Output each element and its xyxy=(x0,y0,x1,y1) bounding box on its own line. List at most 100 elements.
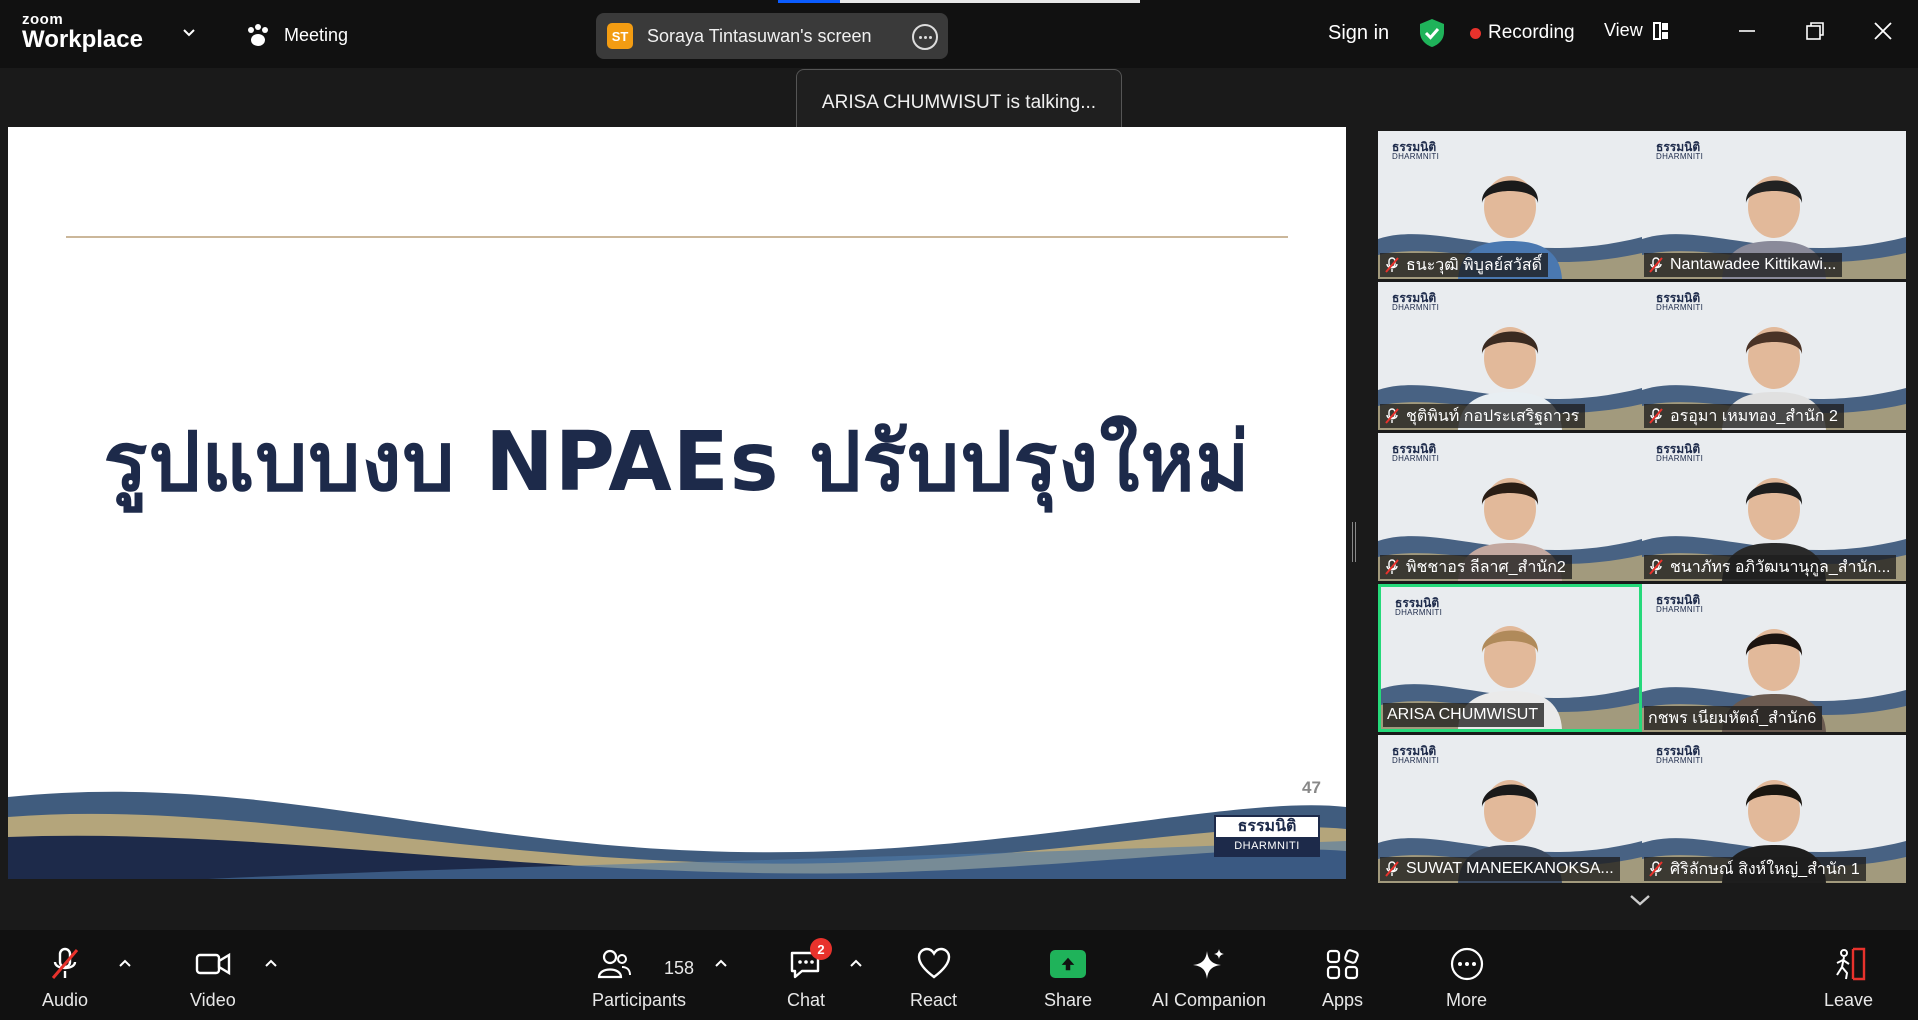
sign-in-link[interactable]: Sign in xyxy=(1328,22,1389,45)
participant-tile[interactable]: ธรรมนิติ DHARMNITI พิชชาอร ลีลาศ_สำนัก2 xyxy=(1378,433,1642,581)
recording-indicator[interactable]: Recording xyxy=(1470,22,1575,44)
participant-nameplate: ชนาภัทร อภิวัฒนานุกูล_สำนัก... xyxy=(1644,555,1897,579)
tile-brand-logo: ธรรมนิติ DHARMNITI xyxy=(1656,594,1703,614)
tile-brand-logo: ธรรมนิติ DHARMNITI xyxy=(1656,292,1703,312)
leave-door-icon xyxy=(1835,947,1865,981)
participants-icon xyxy=(597,949,632,979)
chevron-down-icon[interactable] xyxy=(182,26,196,40)
video-options-caret-icon[interactable] xyxy=(264,958,278,968)
slide-page-number: 47 xyxy=(1302,778,1321,797)
tile-brand-logo: ธรรมนิติ DHARMNITI xyxy=(1656,443,1703,463)
participant-tile[interactable]: ธรรมนิติ DHARMNITI ARISA CHUMWISUT xyxy=(1378,584,1642,732)
microphone-muted-icon xyxy=(1649,559,1663,575)
panel-resize-handle[interactable] xyxy=(1352,522,1356,562)
apps-label: Apps xyxy=(1322,990,1364,1010)
shared-slide[interactable]: รูปแบบงบ NPAEs ปรับปรุงใหม่ 47 ธรรมนิติ … xyxy=(8,127,1346,879)
participant-nameplate: อรอุมา เหมทอง_สำนัก 2 xyxy=(1644,404,1844,428)
participant-name: ชนาภัทร อภิวัฒนานุกูล_สำนัก... xyxy=(1670,558,1891,576)
participant-tile[interactable]: ธรรมนิติ DHARMNITI Nantawadee Kittikawi... xyxy=(1642,131,1906,279)
participant-nameplate: ชุติพินท์ กอประเสริฐถาวร xyxy=(1380,404,1586,428)
react-button[interactable]: React xyxy=(910,930,957,1020)
zoom-workplace-logo: zoom Workplace xyxy=(22,12,143,52)
microphone-muted-icon xyxy=(1649,408,1663,424)
participant-nameplate: พิชชาอร ลีลาศ_สำนัก2 xyxy=(1380,555,1572,579)
tile-brand-en: DHARMNITI xyxy=(1656,303,1704,312)
participant-tile[interactable]: ธรรมนิติ DHARMNITI ชนาภัทร อภิวัฒนานุกูล_ส… xyxy=(1642,433,1906,581)
view-button[interactable]: View xyxy=(1604,20,1669,41)
brand-workplace-text: Workplace xyxy=(22,26,143,53)
encryption-shield-icon[interactable] xyxy=(1418,18,1446,48)
tile-brand-en: DHARMNITI xyxy=(1392,303,1440,312)
participants-count: 158 xyxy=(664,958,695,978)
ai-companion-label: AI Companion xyxy=(1152,990,1267,1010)
share-progress-bar xyxy=(778,0,1140,3)
video-label: Video xyxy=(190,990,236,1010)
tile-brand-en: DHARMNITI xyxy=(1656,605,1704,614)
ai-companion-button[interactable]: AI Companion xyxy=(1152,930,1266,1020)
meeting-label: Meeting xyxy=(284,24,349,45)
participant-tile[interactable]: ธรรมนิติ DHARMNITI กชพร เนียมหัตถ์_สำนัก6 xyxy=(1642,584,1906,732)
grid-view-icon xyxy=(1652,21,1668,40)
more-button[interactable]: More xyxy=(1446,930,1487,1020)
chat-options-caret-icon[interactable] xyxy=(849,958,863,968)
video-button[interactable]: Video xyxy=(190,930,236,1020)
participants-options-caret-icon[interactable] xyxy=(714,958,728,968)
microphone-muted-icon xyxy=(1649,861,1663,877)
gallery-scroll-down-icon[interactable] xyxy=(1628,892,1652,908)
participant-tile[interactable]: ธรรมนิติ DHARMNITI อรอุมา เหมทอง_สำนัก 2 xyxy=(1642,282,1906,430)
close-window-icon[interactable] xyxy=(1870,18,1896,44)
participant-name: ARISA CHUMWISUT xyxy=(1387,706,1539,723)
tile-brand-en: DHARMNITI xyxy=(1656,756,1704,765)
participant-tile[interactable]: ธรรมนิติ DHARMNITI SUWAT MANEEKANOKSA... xyxy=(1378,735,1642,883)
participant-name: กชพร เนียมหัตถ์_สำนัก6 xyxy=(1648,709,1817,727)
restore-window-icon[interactable] xyxy=(1802,18,1828,44)
tile-brand-logo: ธรรมนิติ DHARMNITI xyxy=(1656,141,1703,161)
view-label: View xyxy=(1604,20,1643,40)
share-label: Share xyxy=(1044,990,1093,1010)
microphone-muted-icon xyxy=(51,947,79,979)
participant-name: ศิริลักษณ์ สิงห์ใหญ่_สำนัก 1 xyxy=(1670,860,1860,878)
tile-brand-logo: ธรรมนิติ DHARMNITI xyxy=(1395,597,1442,617)
apps-button[interactable]: Apps xyxy=(1322,930,1363,1020)
screen-share-indicator[interactable]: ST Soraya Tintasuwan's screen xyxy=(596,13,948,59)
participant-name: ชุติพินท์ กอประเสริฐถาวร xyxy=(1406,407,1580,425)
top-bar: zoom Workplace Meeting ST Soraya Tintasu… xyxy=(0,0,1918,68)
meeting-menu-button[interactable]: Meeting xyxy=(244,20,348,50)
sharer-avatar: ST xyxy=(607,23,633,49)
react-label: React xyxy=(910,990,958,1010)
active-speaker-text: ARISA CHUMWISUT is talking... xyxy=(821,92,1097,113)
participant-tile[interactable]: ธรรมนิติ DHARMNITI ศิริลักษณ์ สิงห์ใหญ่_สำ… xyxy=(1642,735,1906,883)
participant-tile[interactable]: ธรรมนิติ DHARMNITI ชุติพินท์ กอประเสริฐถาว… xyxy=(1378,282,1642,430)
microphone-muted-icon xyxy=(1649,257,1663,273)
participant-nameplate: Nantawadee Kittikawi... xyxy=(1644,253,1843,277)
tile-brand-en: DHARMNITI xyxy=(1392,756,1440,765)
participant-name: พิชชาอร ลีลาศ_สำนัก2 xyxy=(1406,558,1566,576)
audio-options-caret-icon[interactable] xyxy=(118,958,132,968)
microphone-muted-icon xyxy=(1385,861,1399,877)
slide-divider xyxy=(66,236,1288,238)
more-label: More xyxy=(1446,990,1488,1010)
tile-brand-logo: ธรรมนิติ DHARMNITI xyxy=(1392,292,1439,312)
tile-brand-en: DHARMNITI xyxy=(1656,152,1704,161)
tile-brand-logo: ธรรมนิติ DHARMNITI xyxy=(1392,443,1439,463)
share-screen-button[interactable]: Share xyxy=(1044,930,1092,1020)
apps-icon xyxy=(1326,949,1359,980)
participant-tile[interactable]: ธรรมนิติ DHARMNITI ธนะวุฒิ พิบูลย์สวัสดิ์ xyxy=(1378,131,1642,279)
microphone-muted-icon xyxy=(1385,559,1399,575)
participant-name: Nantawadee Kittikawi... xyxy=(1670,256,1837,273)
meeting-toolbar: Audio Video Participants 158 2 Chat Reac… xyxy=(0,930,1918,1020)
more-options-icon[interactable] xyxy=(912,24,938,50)
leave-button[interactable]: Leave xyxy=(1824,930,1873,1020)
participant-name: อรอุมา เหมทอง_สำนัก 2 xyxy=(1670,407,1838,425)
screen-share-label: Soraya Tintasuwan's screen xyxy=(647,25,872,46)
participant-nameplate: SUWAT MANEEKANOKSA... xyxy=(1380,857,1620,881)
tile-brand-en: DHARMNITI xyxy=(1392,152,1440,161)
recording-label: Recording xyxy=(1488,22,1575,43)
chat-unread-badge: 2 xyxy=(810,938,832,960)
leave-label: Leave xyxy=(1824,990,1874,1010)
audio-button[interactable]: Audio xyxy=(42,930,88,1020)
minimize-window-icon[interactable] xyxy=(1734,18,1760,44)
slide-logo-th: ธรรมนิติ xyxy=(1237,818,1297,835)
participant-nameplate: ศิริลักษณ์ สิงห์ใหญ่_สำนัก 1 xyxy=(1644,857,1866,881)
chat-button[interactable]: 2 Chat xyxy=(786,930,832,1020)
